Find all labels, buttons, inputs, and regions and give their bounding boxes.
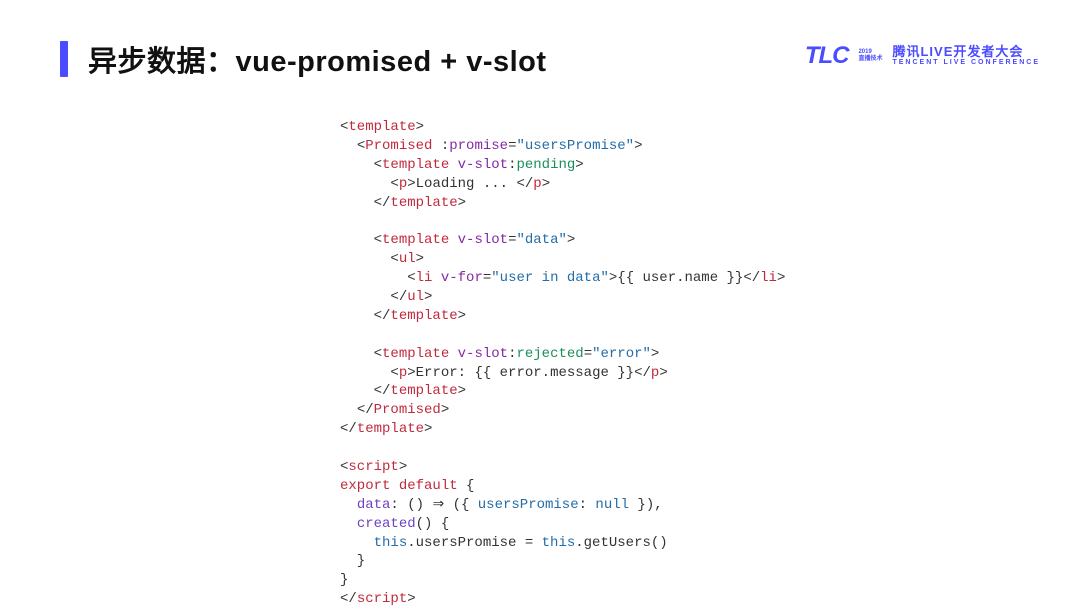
logo-text-sub: TENCENT LIVE CONFERENCE bbox=[892, 59, 1040, 67]
slide-title: 异步数据：vue-promised + v-slot bbox=[60, 38, 547, 80]
logo-tlc: TLC bbox=[805, 42, 849, 70]
title-accent-bar bbox=[60, 41, 68, 77]
title-text: 异步数据：vue-promised + v-slot bbox=[88, 38, 547, 80]
logo-text-main: 腾讯LIVE开发者大会 bbox=[892, 45, 1040, 60]
code-block: <template> <Promised :promise="usersProm… bbox=[340, 118, 1080, 609]
logo-text: 腾讯LIVE开发者大会 TENCENT LIVE CONFERENCE bbox=[892, 45, 1040, 68]
conference-logo: TLC 2019直播技术 腾讯LIVE开发者大会 TENCENT LIVE CO… bbox=[805, 42, 1040, 70]
logo-badge: 2019直播技术 bbox=[858, 49, 882, 62]
